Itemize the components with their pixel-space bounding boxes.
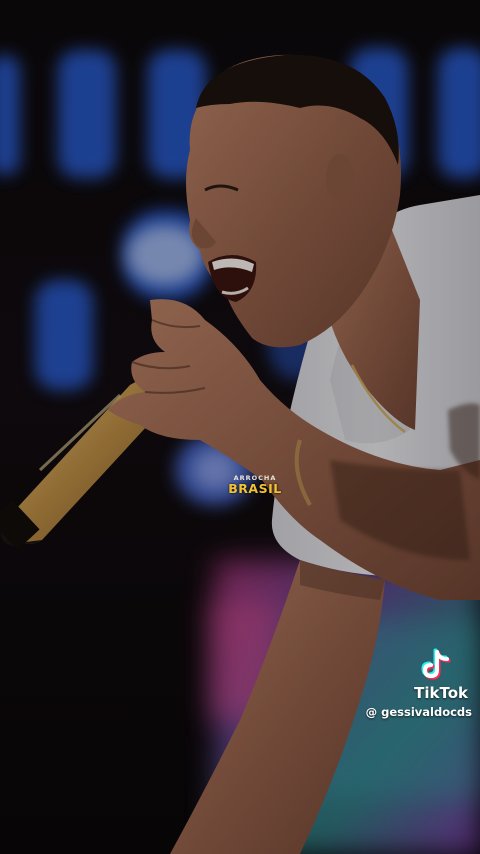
video-frame: ARROCHA BRASIL TikTok @ gessivaldocds — [0, 0, 480, 854]
concert-photo — [0, 0, 480, 854]
arrocha-brasil-watermark: ARROCHA BRASIL — [212, 474, 298, 495]
watermark-main-text: BRASIL — [228, 481, 282, 496]
tiktok-brand-name: TikTok — [414, 684, 468, 702]
tiktok-username: @ gessivaldocds — [365, 705, 472, 719]
tiktok-watermark: TikTok @ gessivaldocds — [366, 644, 472, 719]
tiktok-note-icon — [421, 648, 451, 680]
